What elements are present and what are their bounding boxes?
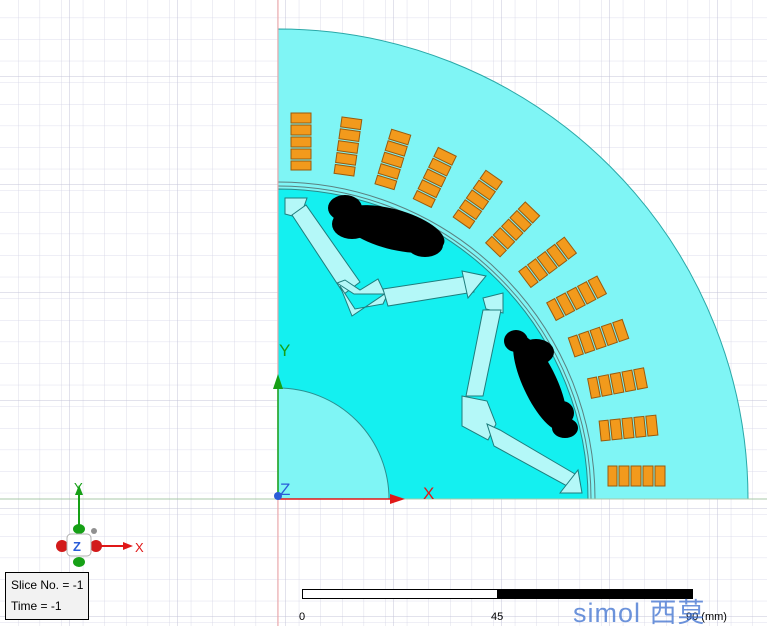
axis-x-label: X (423, 484, 434, 503)
scale-tick-0: 0 (299, 611, 306, 623)
slice-number-text: Slice No. = -1 (11, 578, 84, 592)
triad-x-label: X (135, 540, 144, 555)
model-viewport[interactable]: X Y Z Y X Z (0, 0, 767, 626)
scale-bar-white (302, 589, 498, 599)
triad-z-label: Z (73, 539, 81, 554)
triad-y-label: Y (74, 480, 83, 495)
axis-z-label: Z (280, 480, 290, 499)
scale-tick-45: 45 (491, 611, 504, 623)
slice-info-box: Slice No. = -1 Time = -1 (5, 572, 89, 620)
watermark-logo: simol 西莫 (573, 598, 706, 628)
time-text: Time = -1 (11, 599, 62, 613)
axis-y-label: Y (279, 341, 290, 360)
geometry-canvas[interactable]: X Y Z Y X Z (0, 0, 767, 626)
